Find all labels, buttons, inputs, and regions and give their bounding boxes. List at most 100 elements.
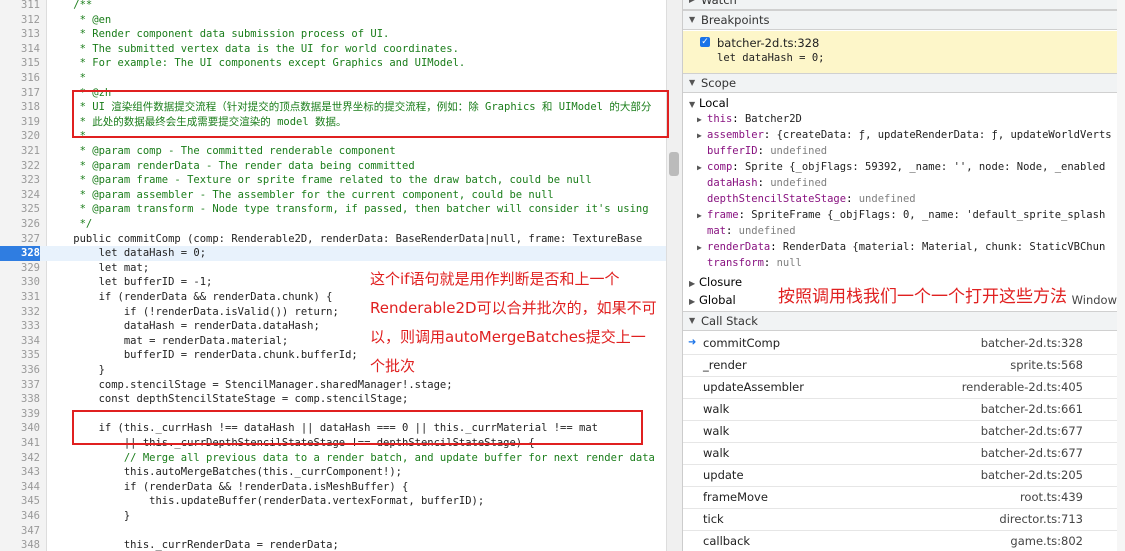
line-number[interactable]: 346 [0, 509, 40, 524]
line-number[interactable]: 316 [0, 71, 40, 86]
callstack-frame[interactable]: callback game.ts:802 [683, 530, 1117, 551]
code-line[interactable]: 313 * Render component data submission p… [0, 27, 666, 42]
line-number[interactable]: 327 [0, 232, 40, 247]
code-line[interactable]: 321 * @param comp - The committed render… [0, 144, 666, 159]
editor-scrollbar[interactable] [666, 0, 683, 551]
line-number[interactable]: 339 [0, 407, 40, 422]
scope-variable[interactable]: bufferID: undefined [697, 143, 827, 159]
watch-section-header[interactable]: ▶ Watch [683, 0, 1125, 10]
code-line[interactable]: 348 this._currRenderData = renderData; [0, 538, 666, 551]
editor-scrollbar-thumb[interactable] [669, 152, 679, 176]
code-line[interactable]: 315 * For example: The UI components exc… [0, 56, 666, 71]
line-number[interactable]: 317 [0, 86, 40, 101]
line-number[interactable]: 312 [0, 13, 40, 28]
frame-location[interactable]: sprite.ts:568 [1010, 354, 1083, 376]
code-line[interactable]: 343 this.autoMergeBatches(this._currComp… [0, 465, 666, 480]
frame-location[interactable]: root.ts:439 [1020, 486, 1083, 508]
callstack-frame[interactable]: ➜ commitComp batcher-2d.ts:328 [683, 332, 1117, 355]
breakpoint-checkbox[interactable]: ✓ [700, 37, 710, 47]
line-number[interactable]: 334 [0, 334, 40, 349]
callstack-frame[interactable]: tick director.ts:713 [683, 508, 1117, 531]
frame-location[interactable]: batcher-2d.ts:677 [981, 420, 1083, 442]
line-number[interactable]: 329 [0, 261, 40, 276]
line-number[interactable]: 348 [0, 538, 40, 551]
line-number[interactable]: 330 [0, 275, 40, 290]
code-line[interactable]: 326 */ [0, 217, 666, 232]
code-line[interactable]: 346 } [0, 509, 666, 524]
frame-location[interactable]: director.ts:713 [999, 508, 1083, 530]
scope-variable[interactable]: depthStencilStateStage: undefined [697, 191, 916, 207]
code-line[interactable]: 325 * @param transform - Node type trans… [0, 202, 666, 217]
breakpoints-section-header[interactable]: ▼ Breakpoints [683, 10, 1125, 30]
callstack-frame[interactable]: frameMove root.ts:439 [683, 486, 1117, 509]
line-number[interactable]: 324 [0, 188, 40, 203]
code-line[interactable]: 316 * [0, 71, 666, 86]
scope-variable[interactable]: mat: undefined [697, 223, 796, 239]
line-number[interactable]: 340 [0, 421, 40, 436]
frame-location[interactable]: batcher-2d.ts:205 [981, 464, 1083, 486]
code-line[interactable]: 314 * The submitted vertex data is the U… [0, 42, 666, 57]
code-line[interactable]: 345 this.updateBuffer(renderData.vertexF… [0, 494, 666, 509]
line-number[interactable]: 332 [0, 305, 40, 320]
code-line[interactable]: 342 // Merge all previous data to a rend… [0, 451, 666, 466]
scope-variable[interactable]: ▶ renderData: RenderData {material: Mater… [697, 239, 1105, 255]
code-line[interactable]: 327 public commitComp (comp: Renderable2… [0, 232, 666, 247]
line-number[interactable]: 344 [0, 480, 40, 495]
line-number[interactable]: 326 [0, 217, 40, 232]
line-number[interactable]: 319 [0, 115, 40, 130]
callstack-frame[interactable]: walk batcher-2d.ts:661 [683, 398, 1117, 421]
scope-variable[interactable]: ▶ comp: Sprite {_objFlags: 59392, _name: … [697, 159, 1105, 175]
line-number[interactable]: 318 [0, 100, 40, 115]
line-number[interactable]: 325 [0, 202, 40, 217]
callstack-section-header[interactable]: ▼ Call Stack [683, 311, 1125, 331]
code-line[interactable]: 311 /** [0, 0, 666, 13]
line-number[interactable]: 311 [0, 0, 40, 13]
line-number[interactable]: 314 [0, 42, 40, 57]
code-line[interactable]: 324 * @param assembler - The assembler f… [0, 188, 666, 203]
code-line[interactable]: 322 * @param renderData - The render dat… [0, 159, 666, 174]
line-number[interactable]: 338 [0, 392, 40, 407]
callstack-frame[interactable]: updateAssembler renderable-2d.ts:405 [683, 376, 1117, 399]
scope-closure-header[interactable]: ▶ Closure [689, 274, 742, 290]
scope-local-header[interactable]: ▼ Local [689, 95, 729, 111]
line-number[interactable]: 323 [0, 173, 40, 188]
line-number[interactable]: 320 [0, 129, 40, 144]
line-number[interactable]: 313 [0, 27, 40, 42]
line-number[interactable]: 315 [0, 56, 40, 71]
line-number[interactable]: 335 [0, 348, 40, 363]
code-line[interactable]: 328 let dataHash = 0; [0, 246, 666, 261]
line-number[interactable]: 331 [0, 290, 40, 305]
line-number[interactable]: 321 [0, 144, 40, 159]
code-line[interactable]: 344 if (renderData && !renderData.isMesh… [0, 480, 666, 495]
line-number[interactable]: 341 [0, 436, 40, 451]
frame-location[interactable]: renderable-2d.ts:405 [962, 376, 1083, 398]
scope-variable[interactable]: ▶ assembler: {createData: ƒ, updateRender… [697, 127, 1112, 143]
scope-variable[interactable]: transform: null [697, 255, 802, 271]
frame-location[interactable]: batcher-2d.ts:677 [981, 442, 1083, 464]
code-line[interactable]: 312 * @en [0, 13, 666, 28]
callstack-frame[interactable]: _render sprite.ts:568 [683, 354, 1117, 377]
line-number[interactable]: 322 [0, 159, 40, 174]
scope-variable[interactable]: dataHash: undefined [697, 175, 827, 191]
code-line[interactable]: 323 * @param frame - Texture or sprite f… [0, 173, 666, 188]
callstack-frame[interactable]: walk batcher-2d.ts:677 [683, 442, 1117, 465]
breakpoint-item[interactable]: ✓ batcher-2d.ts:328 let dataHash = 0; [683, 31, 1117, 74]
line-number[interactable]: 342 [0, 451, 40, 466]
callstack-frame[interactable]: walk batcher-2d.ts:677 [683, 420, 1117, 443]
frame-location[interactable]: batcher-2d.ts:328 [981, 332, 1083, 354]
scope-section-header[interactable]: ▼ Scope [683, 73, 1125, 93]
callstack-frame[interactable]: update batcher-2d.ts:205 [683, 464, 1117, 487]
code-line[interactable]: 347 [0, 524, 666, 539]
line-number[interactable]: 347 [0, 524, 40, 539]
frame-location[interactable]: game.ts:802 [1010, 530, 1083, 551]
line-number[interactable]: 333 [0, 319, 40, 334]
line-number[interactable]: 343 [0, 465, 40, 480]
frame-location[interactable]: batcher-2d.ts:661 [981, 398, 1083, 420]
scope-variable[interactable]: ▶ this: Batcher2D [697, 111, 802, 127]
panel-scrollbar[interactable] [1117, 0, 1125, 551]
scope-variable[interactable]: ▶ frame: SpriteFrame {_objFlags: 0, _name… [697, 207, 1105, 223]
line-number[interactable]: 336 [0, 363, 40, 378]
line-number[interactable]: 337 [0, 378, 40, 393]
code-line[interactable]: 338 const depthStencilStateStage = comp.… [0, 392, 666, 407]
line-number[interactable]: 328 [0, 246, 40, 261]
